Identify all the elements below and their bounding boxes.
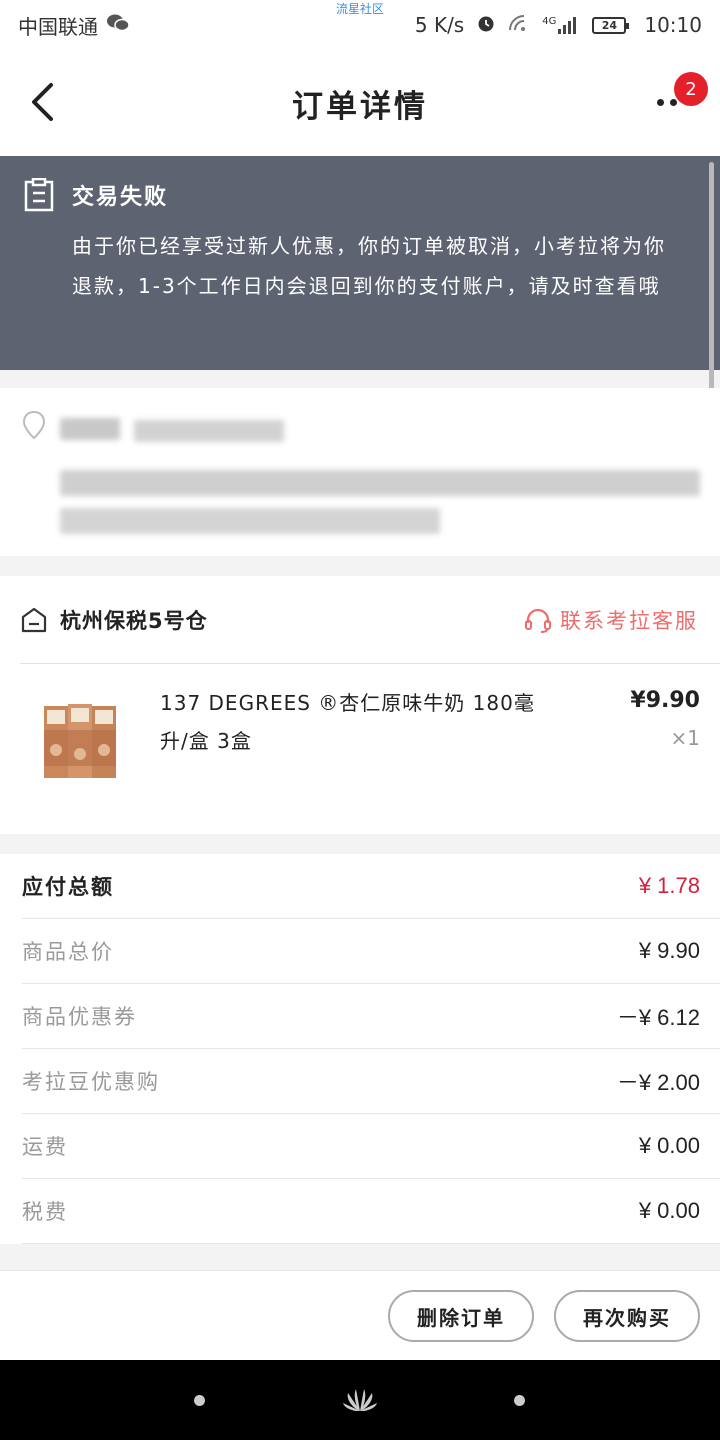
product-quantity: ×1 (670, 726, 700, 750)
page-title: 订单详情 (292, 88, 428, 125)
recipient-name-redacted (60, 418, 120, 440)
total-payable-value: ¥ 1.78 (638, 873, 700, 898)
rebuy-button[interactable]: 再次购买 (554, 1290, 700, 1342)
order-action-bar: 删除订单 再次购买 (0, 1270, 720, 1360)
price-row-coupon: 商品优惠券 －¥ 6.12 (22, 984, 720, 1049)
location-pin-icon (22, 410, 46, 440)
warehouse-icon (21, 607, 47, 632)
price-row-goods-total: 商品总价 ¥ 9.90 (22, 919, 720, 984)
price-row-shipping: 运费 ¥ 0.00 (22, 1114, 720, 1179)
back-button[interactable] (22, 80, 62, 124)
nav-back-button[interactable] (194, 1395, 205, 1406)
nav-bar: 订单详情 2 (0, 50, 720, 156)
price-row-label: 商品优惠券 (22, 1005, 137, 1029)
system-navigation-bar (0, 1360, 720, 1440)
price-row-kaola-beans: 考拉豆优惠购 －¥ 2.00 (22, 1049, 720, 1114)
total-payable-label: 应付总额 (22, 875, 114, 899)
signal-icon: 4G (542, 16, 580, 34)
price-row-value: ¥ 9.90 (638, 938, 700, 963)
store-name: 杭州保税5号仓 (60, 608, 208, 633)
huawei-logo-icon[interactable] (342, 1385, 378, 1415)
nav-recents-button[interactable] (514, 1395, 525, 1406)
clipboard-icon (24, 178, 54, 212)
product-name[interactable]: 137 DEGREES ®杏仁原味牛奶 180毫升/盒 3盒 (160, 684, 540, 760)
price-breakdown: 应付总额 ¥ 1.78 商品总价 ¥ 9.90 商品优惠券 －¥ 6.12 考拉… (0, 854, 720, 1244)
battery-level: 24 (601, 18, 618, 32)
notification-badge: 2 (674, 72, 708, 106)
address-line-1-redacted (60, 470, 700, 496)
total-payable-row: 应付总额 ¥ 1.78 (22, 854, 720, 919)
price-row-value: －¥ 6.12 (616, 1005, 700, 1030)
delete-order-button[interactable]: 删除订单 (388, 1290, 534, 1342)
chevron-left-icon (32, 83, 53, 121)
price-row-label: 运费 (22, 1135, 68, 1159)
price-row-value: ¥ 0.00 (638, 1198, 700, 1223)
price-row-value: ¥ 0.00 (638, 1133, 700, 1158)
more-dots-icon (657, 98, 664, 106)
price-row-label: 商品总价 (22, 940, 114, 964)
contact-service-button[interactable]: 联系考拉客服 (524, 576, 698, 664)
network-type: 4G (542, 16, 557, 27)
product-price: ¥9.90 (630, 688, 700, 713)
order-status-banner: 交易失败 由于你已经享受过新人优惠，你的订单被取消，小考拉将为你退款，1-3个工… (0, 156, 720, 370)
status-bar: 中国联通 流星社区 5 K/s 4G 24 10:10 (0, 0, 720, 50)
product-image[interactable] (38, 700, 122, 784)
price-row-value: －¥ 2.00 (616, 1070, 700, 1095)
service-label: 联系考拉客服 (560, 609, 698, 633)
order-item-card: 杭州保税5号仓 联系考拉客服 137 DEGREES ®杏仁原味牛奶 180毫升… (0, 576, 720, 834)
community-label: 流星社区 (335, 2, 384, 16)
address-line-2-redacted (60, 508, 440, 534)
recipient-phone-redacted (134, 420, 284, 442)
status-message: 由于你已经享受过新人优惠，你的订单被取消，小考拉将为你退款，1-3个工作日内会退… (72, 234, 666, 298)
shipping-address[interactable] (0, 388, 720, 556)
price-row-label: 税费 (22, 1200, 68, 1224)
headset-icon (525, 608, 551, 633)
more-dot (670, 98, 677, 106)
price-row-label: 考拉豆优惠购 (22, 1070, 160, 1094)
status-title: 交易失败 (72, 185, 169, 210)
price-row-tax: 税费 ¥ 0.00 (22, 1179, 720, 1244)
battery-icon: 24 (592, 16, 630, 34)
